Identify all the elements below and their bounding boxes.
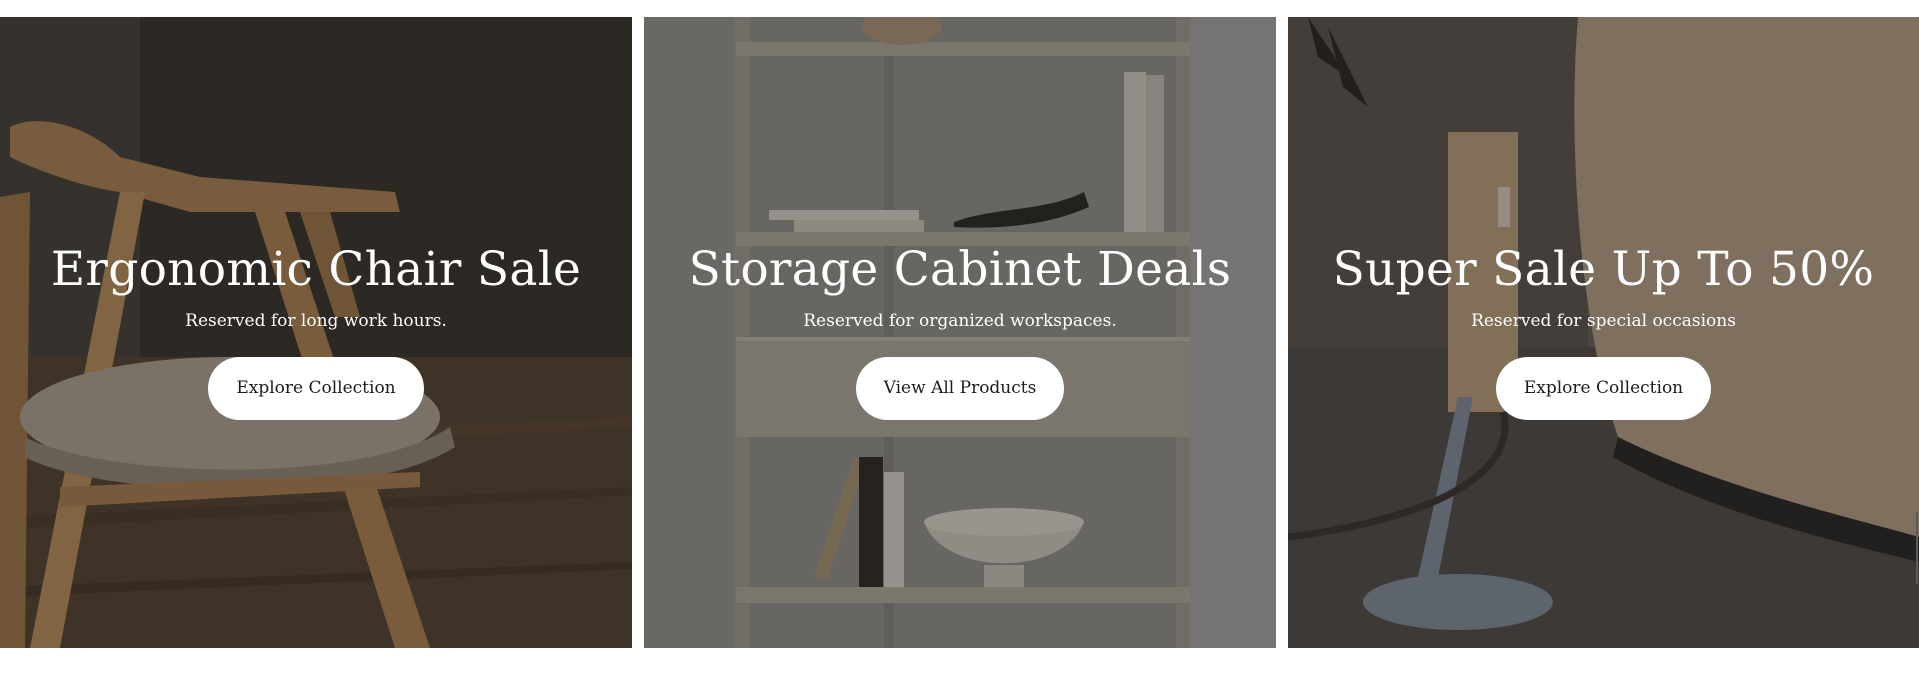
banner-content: Storage Cabinet Deals Reserved for organ… [644, 242, 1276, 421]
banner-subtitle: Reserved for organized workspaces. [803, 311, 1117, 332]
view-all-products-button[interactable]: View All Products [855, 357, 1065, 421]
banner-content: Ergonomic Chair Sale Reserved for long w… [0, 242, 632, 421]
banner-title: Storage Cabinet Deals [688, 242, 1232, 297]
banner-subtitle: Reserved for special occasions [1471, 311, 1736, 332]
banner-content: Super Sale Up To 50% Reserved for specia… [1288, 242, 1919, 421]
explore-collection-button[interactable]: Explore Collection [1495, 357, 1712, 421]
banner-title: Ergonomic Chair Sale [50, 242, 582, 297]
explore-collection-button[interactable]: Explore Collection [208, 357, 424, 421]
promo-banner-chair[interactable]: Ergonomic Chair Sale Reserved for long w… [0, 17, 632, 648]
promo-banner-cabinet[interactable]: Storage Cabinet Deals Reserved for organ… [644, 17, 1276, 648]
banner-subtitle: Reserved for long work hours. [185, 311, 447, 332]
promo-banner-row: Ergonomic Chair Sale Reserved for long w… [0, 17, 1919, 648]
scrollbar-thumb[interactable] [1916, 512, 1918, 584]
promo-banner-super-sale[interactable]: Super Sale Up To 50% Reserved for specia… [1288, 17, 1919, 648]
banner-title: Super Sale Up To 50% [1332, 242, 1875, 297]
